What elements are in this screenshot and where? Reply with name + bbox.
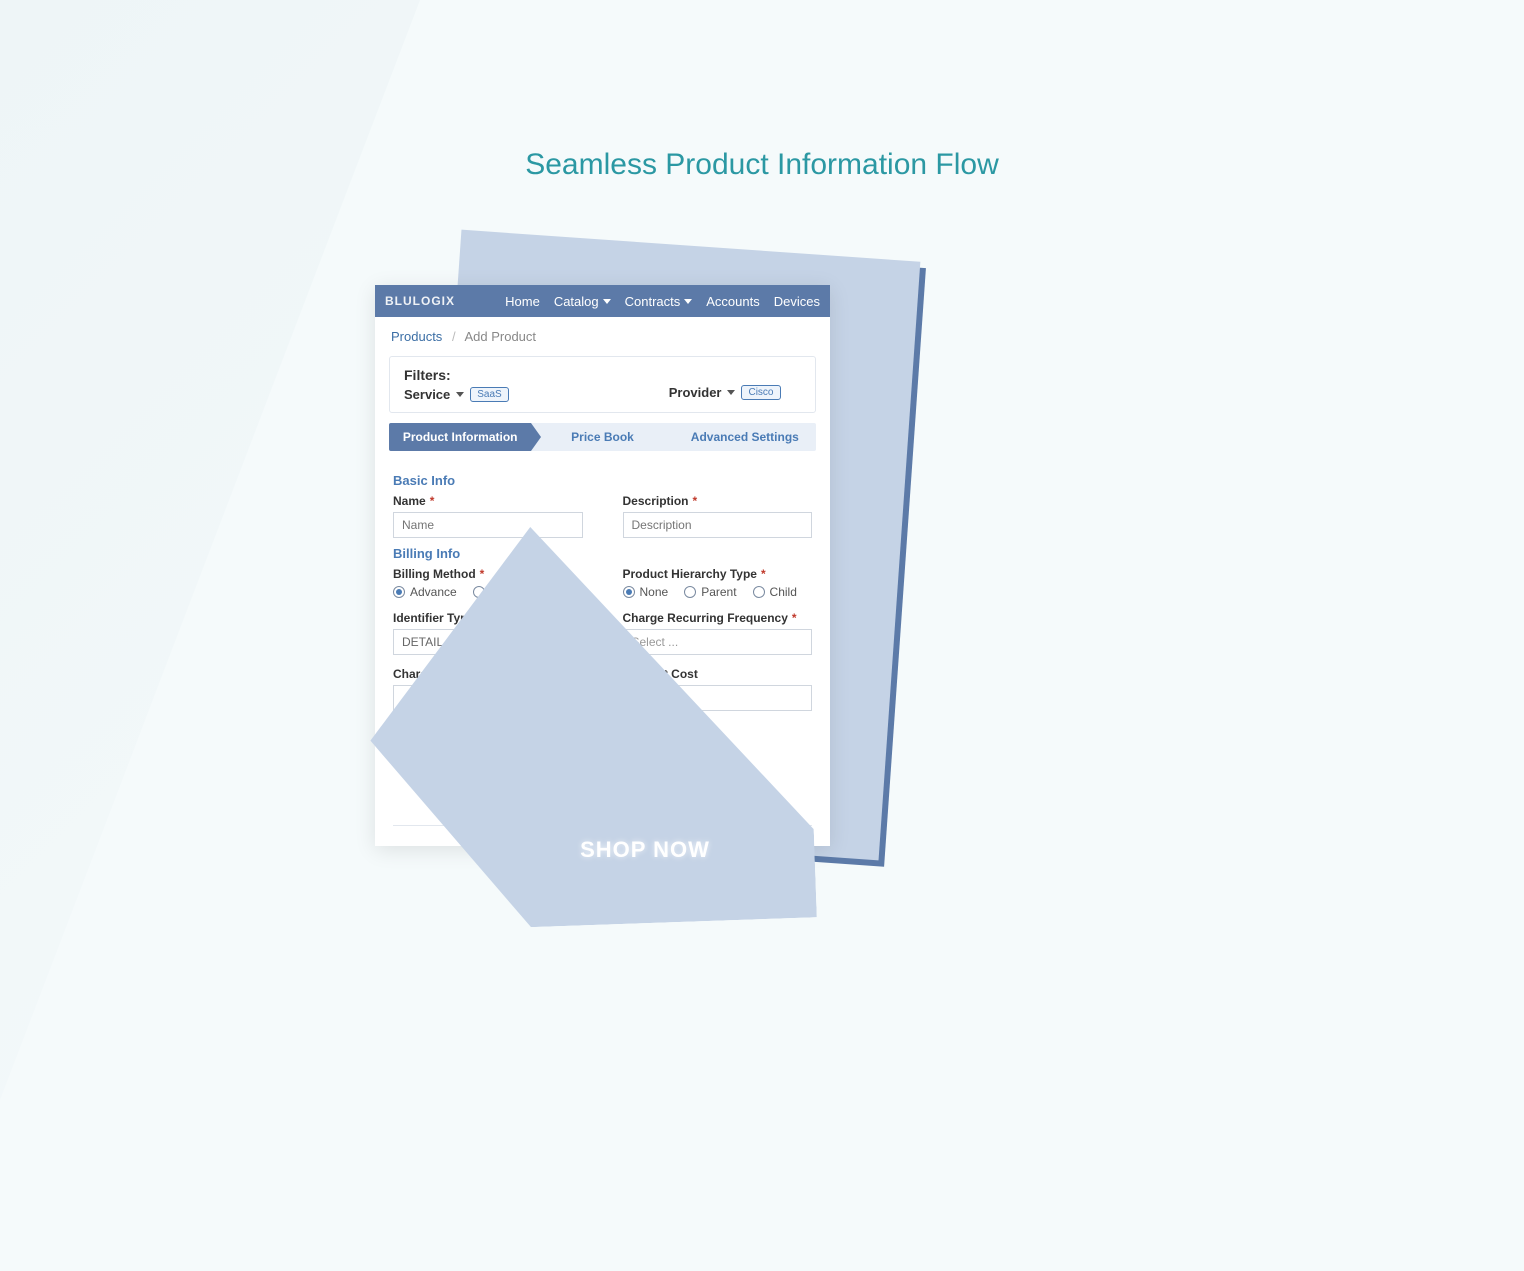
hierarchy-label: Product Hierarchy Type* bbox=[623, 567, 813, 581]
nav-accounts[interactable]: Accounts bbox=[706, 294, 759, 309]
tab-price-book-label: Price Book bbox=[571, 430, 634, 444]
radio-icon bbox=[393, 586, 405, 598]
radio-advance-label: Advance bbox=[410, 585, 457, 599]
charge-freq-select[interactable]: Select ... bbox=[623, 629, 813, 655]
radio-icon bbox=[684, 586, 696, 598]
name-input[interactable] bbox=[393, 512, 583, 538]
nav-home-label: Home bbox=[505, 294, 540, 309]
nav-home[interactable]: Home bbox=[505, 294, 540, 309]
nav-contracts-label: Contracts bbox=[625, 294, 681, 309]
chevron-down-icon bbox=[684, 299, 692, 304]
nav-devices-label: Devices bbox=[774, 294, 820, 309]
filter-service[interactable]: Service SaaS bbox=[404, 387, 509, 402]
breadcrumb-root[interactable]: Products bbox=[391, 329, 442, 344]
breadcrumb-current: Add Product bbox=[464, 329, 536, 344]
nav-devices[interactable]: Devices bbox=[774, 294, 820, 309]
nav-catalog[interactable]: Catalog bbox=[554, 294, 611, 309]
tab-product-info[interactable]: Product Information bbox=[389, 423, 531, 451]
breadcrumb: Products / Add Product bbox=[375, 317, 830, 356]
wizard-tabs: Product Information Price Book Advanced … bbox=[389, 423, 816, 451]
filter-service-chip[interactable]: SaaS bbox=[470, 387, 508, 402]
chevron-down-icon bbox=[727, 390, 735, 395]
top-nav: Home Catalog Contracts Accounts Devices bbox=[505, 294, 820, 309]
tab-price-book[interactable]: Price Book bbox=[531, 423, 673, 451]
tab-product-info-label: Product Information bbox=[403, 430, 518, 444]
breadcrumb-separator: / bbox=[452, 329, 456, 344]
nav-catalog-label: Catalog bbox=[554, 294, 599, 309]
section-basic-info: Basic Info bbox=[393, 473, 812, 488]
chevron-down-icon bbox=[603, 299, 611, 304]
radio-parent-label: Parent bbox=[701, 585, 736, 599]
nav-accounts-label: Accounts bbox=[706, 294, 759, 309]
filters-panel: Filters: Service SaaS Provider Cisco bbox=[389, 356, 816, 413]
filter-provider-label: Provider bbox=[669, 385, 722, 400]
filter-provider[interactable]: Provider Cisco bbox=[669, 385, 781, 400]
app-logo: BLULOGIX bbox=[385, 294, 455, 308]
radio-icon bbox=[753, 586, 765, 598]
radio-child-label: Child bbox=[770, 585, 797, 599]
radio-parent[interactable]: Parent bbox=[684, 585, 736, 599]
description-input[interactable] bbox=[623, 512, 813, 538]
section-billing-info: Billing Info bbox=[393, 546, 812, 561]
filters-title: Filters: bbox=[404, 367, 509, 383]
filter-provider-chip[interactable]: Cisco bbox=[741, 385, 780, 400]
nav-contracts[interactable]: Contracts bbox=[625, 294, 693, 309]
chevron-down-icon bbox=[456, 392, 464, 397]
radio-advance[interactable]: Advance bbox=[393, 585, 457, 599]
radio-child[interactable]: Child bbox=[753, 585, 797, 599]
filter-service-label: Service bbox=[404, 387, 450, 402]
identifier-value: DETAIL bbox=[402, 635, 443, 649]
radio-none[interactable]: None bbox=[623, 585, 669, 599]
shop-now-cta[interactable]: SHOP NOW bbox=[580, 837, 710, 863]
tab-advanced-label: Advanced Settings bbox=[691, 430, 799, 444]
radio-none-label: None bbox=[640, 585, 669, 599]
tab-advanced[interactable]: Advanced Settings bbox=[674, 423, 816, 451]
topbar: BLULOGIX Home Catalog Contracts Accounts… bbox=[375, 285, 830, 317]
charge-freq-label: Charge Recurring Frequency* bbox=[623, 611, 813, 625]
name-label: Name* bbox=[393, 494, 583, 508]
radio-icon bbox=[623, 586, 635, 598]
screenshot-stack: BLULOGIX Home Catalog Contracts Accounts… bbox=[380, 225, 910, 885]
page-headline: Seamless Product Information Flow bbox=[525, 148, 999, 182]
description-label: Description* bbox=[623, 494, 813, 508]
